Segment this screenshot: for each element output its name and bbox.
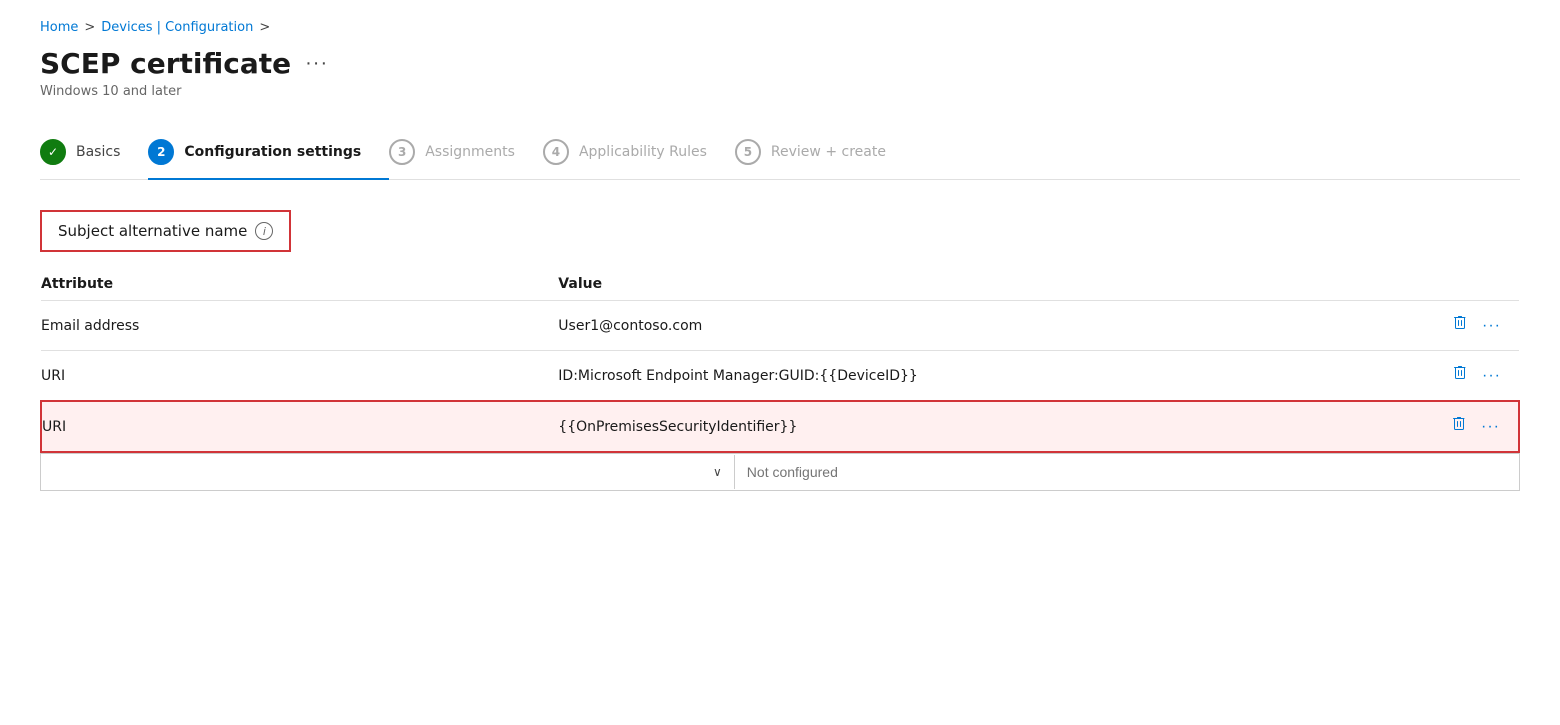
- add-row-select[interactable]: Email address URI User principal name: [41, 454, 701, 490]
- more-row-options-button[interactable]: ···: [1479, 416, 1502, 438]
- delete-row-button[interactable]: [1450, 363, 1470, 388]
- info-icon[interactable]: i: [255, 222, 273, 240]
- add-row: Email address URI User principal name ∨: [40, 453, 1520, 491]
- step-assignments[interactable]: 3 Assignments: [389, 127, 543, 179]
- table-row: Email addressUser1@contoso.com ···: [41, 301, 1519, 351]
- step-applicability-label: Applicability Rules: [579, 144, 707, 160]
- step-basics-circle: ✓: [40, 139, 66, 165]
- breadcrumb-sep1: >: [84, 20, 95, 35]
- delete-row-button[interactable]: [1450, 313, 1470, 338]
- delete-row-button[interactable]: [1449, 414, 1469, 439]
- step-review-circle: 5: [735, 139, 761, 165]
- more-row-options-button[interactable]: ···: [1480, 315, 1503, 337]
- table-cell-attribute: URI: [41, 351, 558, 402]
- step-configuration-label: Configuration settings: [184, 144, 361, 160]
- step-assignments-label: Assignments: [425, 144, 515, 160]
- step-review-number: 5: [744, 145, 752, 159]
- col-header-actions: [1371, 268, 1519, 301]
- page-title: SCEP certificate: [40, 47, 291, 80]
- more-row-options-button[interactable]: ···: [1480, 365, 1503, 387]
- step-review-label: Review + create: [771, 144, 886, 160]
- step-review[interactable]: 5 Review + create: [735, 127, 914, 179]
- breadcrumb-sep2: >: [259, 20, 270, 35]
- table-cell-value: {{OnPremisesSecurityIdentifier}}: [558, 401, 1371, 452]
- step-basics[interactable]: ✓ Basics: [40, 127, 148, 179]
- table-cell-value: ID:Microsoft Endpoint Manager:GUID:{{Dev…: [558, 351, 1371, 402]
- page-container: Home > Devices | Configuration > SCEP ce…: [0, 0, 1560, 725]
- step-assignments-circle: 3: [389, 139, 415, 165]
- step-applicability-number: 4: [552, 145, 560, 159]
- col-header-value: Value: [558, 268, 1371, 301]
- breadcrumb-home[interactable]: Home: [40, 20, 78, 35]
- table-row: URI{{OnPremisesSecurityIdentifier}} ···: [41, 401, 1519, 452]
- page-subtitle: Windows 10 and later: [40, 84, 1520, 99]
- add-row-value-input[interactable]: [735, 454, 1519, 490]
- table-cell-attribute: URI: [41, 401, 558, 452]
- table-row: URIID:Microsoft Endpoint Manager:GUID:{{…: [41, 351, 1519, 402]
- section-label: Subject alternative name i: [40, 210, 291, 252]
- step-basics-label: Basics: [76, 144, 120, 160]
- chevron-down-icon: ∨: [701, 455, 735, 489]
- more-options-button[interactable]: ···: [301, 52, 332, 75]
- step-assignments-number: 3: [398, 145, 406, 159]
- table-cell-attribute: Email address: [41, 301, 558, 351]
- step-applicability-circle: 4: [543, 139, 569, 165]
- step-basics-check: ✓: [48, 145, 58, 159]
- table-cell-actions: ···: [1371, 351, 1519, 402]
- page-title-row: SCEP certificate ···: [40, 47, 1520, 80]
- step-configuration[interactable]: 2 Configuration settings: [148, 127, 389, 179]
- table-cell-actions: ···: [1371, 301, 1519, 351]
- table-cell-actions: ···: [1371, 401, 1519, 452]
- step-configuration-number: 2: [157, 145, 165, 159]
- table-cell-value: User1@contoso.com: [558, 301, 1371, 351]
- col-header-attribute: Attribute: [41, 268, 558, 301]
- step-configuration-circle: 2: [148, 139, 174, 165]
- step-applicability[interactable]: 4 Applicability Rules: [543, 127, 735, 179]
- section-label-text: Subject alternative name: [58, 222, 247, 240]
- wizard-steps: ✓ Basics 2 Configuration settings 3 Assi…: [40, 127, 1520, 180]
- breadcrumb: Home > Devices | Configuration >: [40, 20, 1520, 35]
- attribute-table: Attribute Value Email addressUser1@conto…: [40, 268, 1520, 453]
- breadcrumb-devices[interactable]: Devices | Configuration: [101, 20, 253, 35]
